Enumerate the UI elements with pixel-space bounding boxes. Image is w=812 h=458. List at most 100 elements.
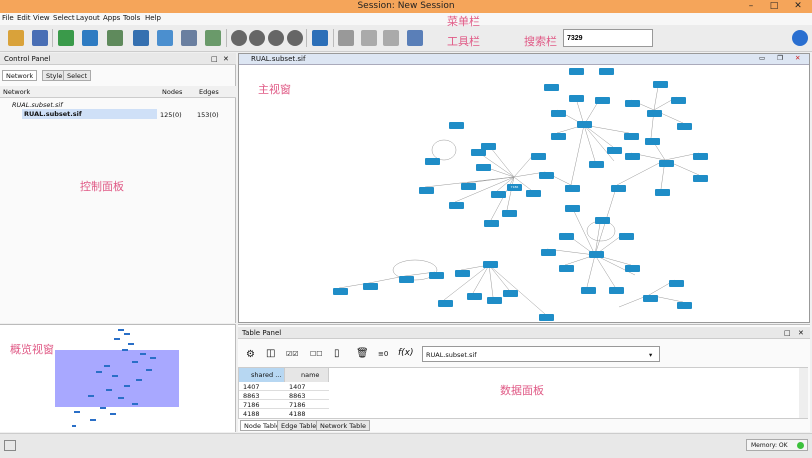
table-row[interactable]: 1407 1407: [239, 382, 329, 391]
menu-tools[interactable]: Tools: [123, 14, 140, 22]
float-icon[interactable]: □: [784, 327, 791, 339]
network-node[interactable]: [483, 261, 498, 268]
minimize-button[interactable]: –: [741, 0, 761, 12]
network-node[interactable]: [487, 297, 502, 304]
import-table-web-icon[interactable]: [133, 30, 149, 46]
table-row[interactable]: 4188 4188: [239, 409, 329, 418]
chevron-down-icon[interactable]: ▾: [649, 351, 652, 359]
network-node[interactable]: [481, 143, 496, 150]
network-node[interactable]: [551, 110, 566, 117]
layout-network-icon[interactable]: [312, 30, 328, 46]
network-node[interactable]: [544, 84, 559, 91]
network-row-selected[interactable]: RUAL.subset.sif: [22, 109, 157, 119]
import-table-icon[interactable]: [107, 30, 123, 46]
network-node[interactable]: [569, 95, 584, 102]
network-node[interactable]: [589, 161, 604, 168]
close-button[interactable]: ✕: [786, 0, 810, 12]
network-node[interactable]: [455, 270, 470, 277]
save-session-icon[interactable]: [32, 30, 48, 46]
network-collection[interactable]: RUAL.subset.sif: [12, 101, 63, 109]
network-node[interactable]: [619, 233, 634, 240]
tab-edge-table[interactable]: Edge Table: [277, 420, 321, 431]
close-panel-icon[interactable]: ✕: [223, 53, 229, 65]
network-node[interactable]: [363, 283, 378, 290]
table-row[interactable]: 7186 7186: [239, 400, 329, 409]
menu-help[interactable]: Help: [145, 14, 161, 22]
help-icon[interactable]: [792, 30, 808, 46]
network-node[interactable]: [653, 81, 668, 88]
network-node[interactable]: [449, 122, 464, 129]
columns-icon[interactable]: ◫: [266, 348, 275, 359]
network-node[interactable]: [595, 217, 610, 224]
network-node[interactable]: [419, 187, 434, 194]
menu-file[interactable]: File: [2, 14, 14, 22]
menu-view[interactable]: View: [33, 14, 50, 22]
network-node[interactable]: [647, 110, 662, 117]
column-edges[interactable]: Edges: [199, 88, 219, 96]
network-node[interactable]: [559, 265, 574, 272]
search-input[interactable]: [563, 29, 653, 47]
column-header-name[interactable]: name: [285, 368, 329, 382]
network-node[interactable]: [624, 133, 639, 140]
link-table-icon[interactable]: ≡0: [378, 350, 388, 358]
column-nodes[interactable]: Nodes: [162, 88, 182, 96]
export-image-icon[interactable]: [205, 30, 221, 46]
network-node[interactable]: [581, 287, 596, 294]
network-node[interactable]: [599, 68, 614, 75]
open-session-icon[interactable]: [8, 30, 24, 46]
network-node[interactable]: [677, 302, 692, 309]
float-icon[interactable]: □: [211, 53, 218, 65]
delete-icon[interactable]: 🗑: [356, 348, 369, 359]
new-column-icon[interactable]: ▯: [334, 348, 340, 359]
column-header-shared[interactable]: shared ...: [239, 368, 285, 382]
network-node[interactable]: [551, 133, 566, 140]
network-graph[interactable]: [239, 65, 809, 323]
network-node[interactable]: [333, 288, 348, 295]
network-node[interactable]: [669, 280, 684, 287]
menu-edit[interactable]: Edit: [17, 14, 31, 22]
memory-status[interactable]: Memory: OK: [746, 439, 808, 451]
zoom-selected-icon[interactable]: [287, 30, 303, 46]
network-view[interactable]: RUAL.subset.sif ▭ ❐ ✕ 7186: [238, 53, 810, 323]
network-node[interactable]: [595, 97, 610, 104]
first-neighbors-icon[interactable]: [338, 30, 354, 46]
table-row[interactable]: 8863 8863: [239, 391, 329, 400]
network-node[interactable]: [425, 158, 440, 165]
menu-layout[interactable]: Layout: [76, 14, 100, 22]
zoom-in-icon[interactable]: [231, 30, 247, 46]
network-node[interactable]: [589, 251, 604, 258]
network-node[interactable]: [429, 272, 444, 279]
task-history-icon[interactable]: [4, 440, 16, 451]
import-network-icon[interactable]: [58, 30, 74, 46]
network-node[interactable]: [565, 185, 580, 192]
table-scrollbar[interactable]: [799, 368, 808, 418]
network-node[interactable]: [541, 249, 556, 256]
network-node[interactable]: [643, 295, 658, 302]
network-node[interactable]: [526, 190, 541, 197]
function-builder-icon[interactable]: f(x): [398, 348, 414, 358]
network-node[interactable]: [659, 160, 674, 167]
network-node[interactable]: [693, 175, 708, 182]
network-node[interactable]: [569, 68, 584, 75]
network-node[interactable]: [438, 300, 453, 307]
network-node[interactable]: [611, 185, 626, 192]
tab-select[interactable]: Select: [63, 70, 92, 81]
network-node[interactable]: [577, 121, 592, 128]
view-minimize-icon[interactable]: ▭: [759, 54, 765, 62]
network-select[interactable]: RUAL.subset.sif ▾: [422, 346, 660, 362]
network-node[interactable]: [539, 172, 554, 179]
network-node[interactable]: [655, 189, 670, 196]
network-node[interactable]: [471, 149, 486, 156]
network-node[interactable]: [461, 183, 476, 190]
network-node[interactable]: [645, 138, 660, 145]
view-restore-icon[interactable]: ❐: [777, 54, 783, 62]
network-node[interactable]: [449, 202, 464, 209]
select-all-icon[interactable]: ☑☑: [286, 350, 299, 358]
export-table-icon[interactable]: [181, 30, 197, 46]
network-node[interactable]: [502, 210, 517, 217]
show-all-icon[interactable]: [383, 30, 399, 46]
network-node[interactable]: [491, 191, 506, 198]
view-close-icon[interactable]: ✕: [795, 54, 800, 62]
gear-icon[interactable]: ⚙: [246, 349, 255, 360]
network-node[interactable]: [625, 265, 640, 272]
